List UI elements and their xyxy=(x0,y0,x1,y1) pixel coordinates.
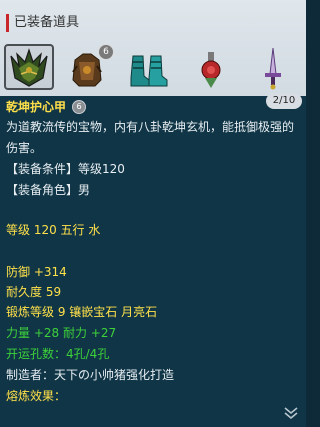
equip-requirement: 【装备条件】等级120 xyxy=(6,162,125,176)
equipment-slot-armor[interactable]: 6 xyxy=(62,44,114,90)
accessory-icon xyxy=(201,52,221,88)
level-element: 等级 120 五行 水 xyxy=(6,223,101,237)
sword-icon xyxy=(265,47,281,90)
item-name: 乾坤护心甲 xyxy=(6,100,67,114)
equipped-items-header: 已装备道具 6 xyxy=(0,0,306,96)
refine-level-badge: 6 xyxy=(72,100,87,114)
boots-icon xyxy=(130,55,168,87)
durability-stat: 耐久度 59 xyxy=(6,285,62,299)
equipment-slot-boots[interactable] xyxy=(124,44,174,90)
bonus-stats: 力量 +28 耐力 +27 xyxy=(6,326,117,340)
equipment-slot-helmet[interactable] xyxy=(4,44,54,90)
item-panel: 已装备道具 6 乾坤护心甲 6 2/10 为道教流传的宝物，内有八卦乾坤玄机，能… xyxy=(0,0,306,427)
smelt-effect: 熔炼效果： xyxy=(6,389,67,403)
page-indicator: 2/10 xyxy=(266,93,302,109)
header-accent-bar xyxy=(6,14,9,32)
helmet-icon xyxy=(10,48,48,87)
slot-refine-badge: 6 xyxy=(98,44,114,60)
maker-info: 制造者：天下の小帅猪强化打造 xyxy=(6,368,175,382)
header-title: 已装备道具 xyxy=(14,15,80,30)
equip-role: 【装备角色】男 xyxy=(6,183,91,197)
item-name-row: 乾坤护心甲 6 xyxy=(6,97,87,117)
chevron-down-icon[interactable] xyxy=(282,404,300,422)
defense-stat: 防御 +314 xyxy=(6,265,67,279)
socket-holes: 开运孔数：4孔/4孔 xyxy=(6,347,110,361)
forge-info: 锻炼等级 9 镶嵌宝石 月亮石 xyxy=(6,305,158,319)
equipment-slot-sword[interactable] xyxy=(248,44,298,90)
equipment-slot-accessory[interactable] xyxy=(186,44,236,90)
item-description: 为道教流传的宝物，内有八卦乾坤玄机，能抵御极强的伤害。 xyxy=(6,120,295,155)
